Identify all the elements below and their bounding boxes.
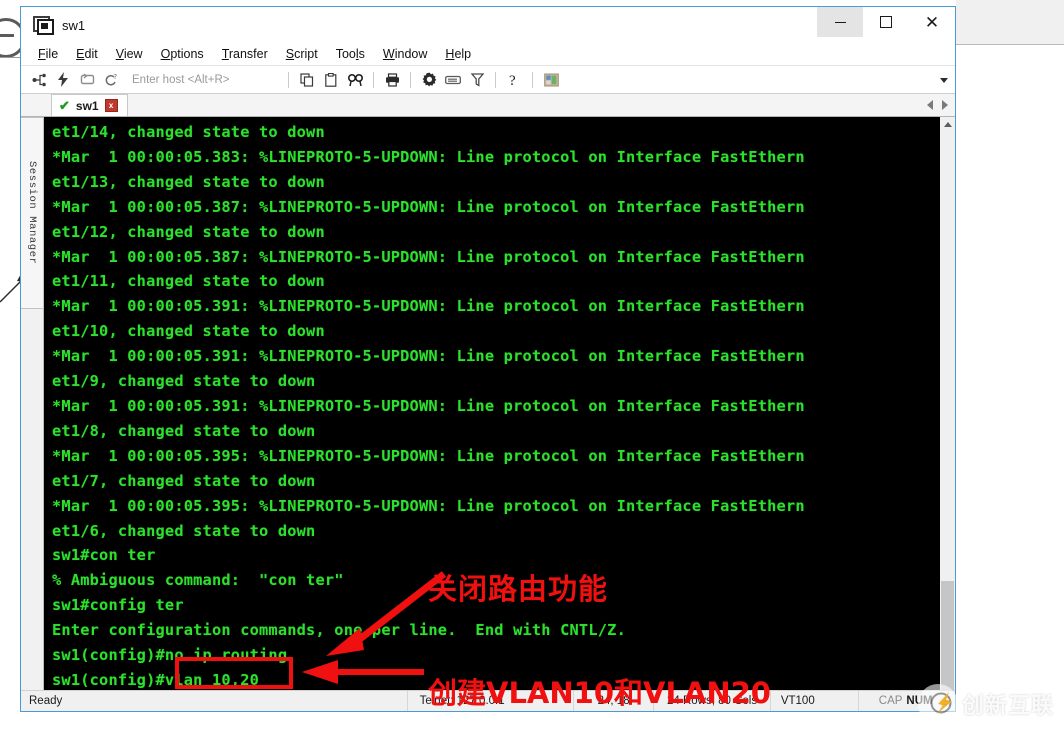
session-manager-strip: Session Manager (21, 117, 44, 690)
menu-script[interactable]: Script (277, 45, 327, 63)
sidebar-item-session-manager[interactable]: Session Manager (21, 117, 44, 309)
maximize-icon (880, 16, 892, 28)
menu-edit[interactable]: Edit (67, 45, 107, 63)
minimize-icon (834, 21, 846, 23)
terminal-line: et1/10, changed state to down (52, 322, 325, 341)
terminal-line: *Mar 1 00:00:05.383: %LINEPROTO-5-UPDOWN… (52, 147, 805, 166)
find-icon[interactable] (344, 69, 366, 90)
annotation-vlan-highlight-box (175, 657, 293, 689)
session-options-gear-icon[interactable] (418, 69, 440, 90)
connected-check-icon: ✔ (59, 98, 70, 113)
menu-view[interactable]: View (107, 45, 152, 63)
status-spacer (857, 691, 879, 711)
menu-transfer[interactable]: Transfer (213, 45, 277, 63)
tab-label: sw1 (75, 98, 99, 113)
terminal-line: *Mar 1 00:00:05.391: %LINEPROTO-5-UPDOWN… (52, 347, 805, 366)
close-button[interactable]: ✕ (909, 7, 955, 37)
terminal-line: et1/14, changed state to down (52, 123, 325, 141)
terminal-line: et1/9, changed state to down (52, 372, 316, 391)
status-emulation: VT100 (769, 691, 858, 711)
minimize-button[interactable] (817, 7, 863, 37)
terminal-line: *Mar 1 00:00:05.387: %LINEPROTO-5-UPDOWN… (52, 197, 805, 216)
status-num-lock: NUM (906, 695, 933, 707)
keymap-editor-icon[interactable] (442, 69, 464, 90)
tab-navigation (923, 94, 955, 116)
background-window (956, 0, 1064, 45)
toolbar-separator (495, 71, 496, 88)
host-input[interactable]: Enter host <Alt+R> (129, 70, 282, 89)
status-caps-lock: CAP (878, 695, 903, 707)
annotation-disable-routing: 关闭路由功能 (428, 572, 609, 606)
terminal-scrollbar[interactable] (939, 117, 955, 691)
securecrt-app-icon (33, 16, 54, 35)
disconnect-icon[interactable]: ? (100, 69, 122, 90)
close-icon: ✕ (924, 12, 940, 32)
connect-icon[interactable] (28, 69, 50, 90)
menu-file[interactable]: File (29, 45, 67, 63)
terminal-line: et1/7, changed state to down (52, 471, 316, 490)
window-titlebar: sw1 ✕ (21, 7, 955, 43)
chevron-down-icon (940, 77, 948, 83)
chevron-right-icon (942, 100, 948, 110)
tab-scroll-right-button[interactable] (938, 97, 952, 113)
status-ready: Ready (29, 695, 63, 707)
svg-text:?: ? (509, 73, 516, 88)
terminal-line: sw1#con ter (52, 546, 156, 565)
session-tabbar: ✔ sw1 x (21, 94, 955, 117)
annotation-arrow-vlan (302, 660, 424, 684)
tab-close-icon[interactable]: x (104, 99, 118, 112)
reconnect-icon[interactable] (76, 69, 98, 90)
resize-grip-icon[interactable] (939, 694, 952, 708)
paste-icon[interactable] (320, 69, 342, 90)
chevron-up-icon (943, 122, 952, 127)
image-icon[interactable] (540, 69, 562, 90)
terminal-line: et1/11, changed state to down (52, 272, 325, 291)
annotation-create-vlan: 创建VLAN10和VLAN20 (428, 676, 771, 710)
session-manager-label: Session Manager (26, 161, 38, 265)
terminal-line: *Mar 1 00:00:05.387: %LINEPROTO-5-UPDOWN… (52, 247, 805, 266)
terminal-line: et1/8, changed state to down (52, 421, 316, 440)
terminal-line: et1/13, changed state to down (52, 172, 325, 191)
menu-options[interactable]: Options (152, 45, 213, 63)
menu-tools[interactable]: Tools (327, 45, 374, 63)
menu-help[interactable]: Help (436, 45, 480, 63)
terminal-line: *Mar 1 00:00:05.395: %LINEPROTO-5-UPDOWN… (52, 496, 805, 515)
terminal-line: *Mar 1 00:00:05.391: %LINEPROTO-5-UPDOWN… (52, 396, 805, 415)
annotation-arrow-routing (326, 571, 447, 656)
help-icon[interactable]: ? (503, 69, 525, 90)
quick-connect-icon[interactable] (52, 69, 74, 90)
menubar: File Edit View Options Transfer Script T… (21, 43, 955, 66)
terminal-line: *Mar 1 00:00:05.391: %LINEPROTO-5-UPDOWN… (52, 297, 805, 316)
toolbar-separator (532, 71, 533, 88)
scrollbar-thumb[interactable] (941, 581, 954, 691)
filter-icon[interactable] (466, 69, 488, 90)
toolbar: ? Enter host <Alt+R> ? (21, 66, 955, 94)
tab-sw1[interactable]: ✔ sw1 x (51, 94, 128, 116)
maximize-button[interactable] (863, 7, 909, 37)
terminal-line: et1/6, changed state to down (52, 521, 316, 540)
background-divider (0, 57, 20, 58)
toolbar-separator (373, 71, 374, 88)
menu-window[interactable]: Window (374, 45, 436, 63)
svg-text:?: ? (113, 73, 117, 81)
terminal-line: Enter configuration commands, one per li… (52, 621, 626, 640)
toolbar-separator (410, 71, 411, 88)
tab-scroll-left-button[interactable] (923, 97, 937, 113)
window-title: sw1 (62, 17, 86, 33)
copy-icon[interactable] (296, 69, 318, 90)
terminal-line: *Mar 1 00:00:05.395: %LINEPROTO-5-UPDOWN… (52, 446, 805, 465)
toolbar-overflow-button[interactable] (938, 74, 950, 86)
print-icon[interactable] (381, 69, 403, 90)
terminal-line: et1/12, changed state to down (52, 222, 325, 241)
window-controls: ✕ (817, 7, 955, 43)
scroll-up-button[interactable] (940, 117, 955, 132)
chevron-left-icon (927, 100, 933, 110)
toolbar-separator (288, 71, 289, 88)
